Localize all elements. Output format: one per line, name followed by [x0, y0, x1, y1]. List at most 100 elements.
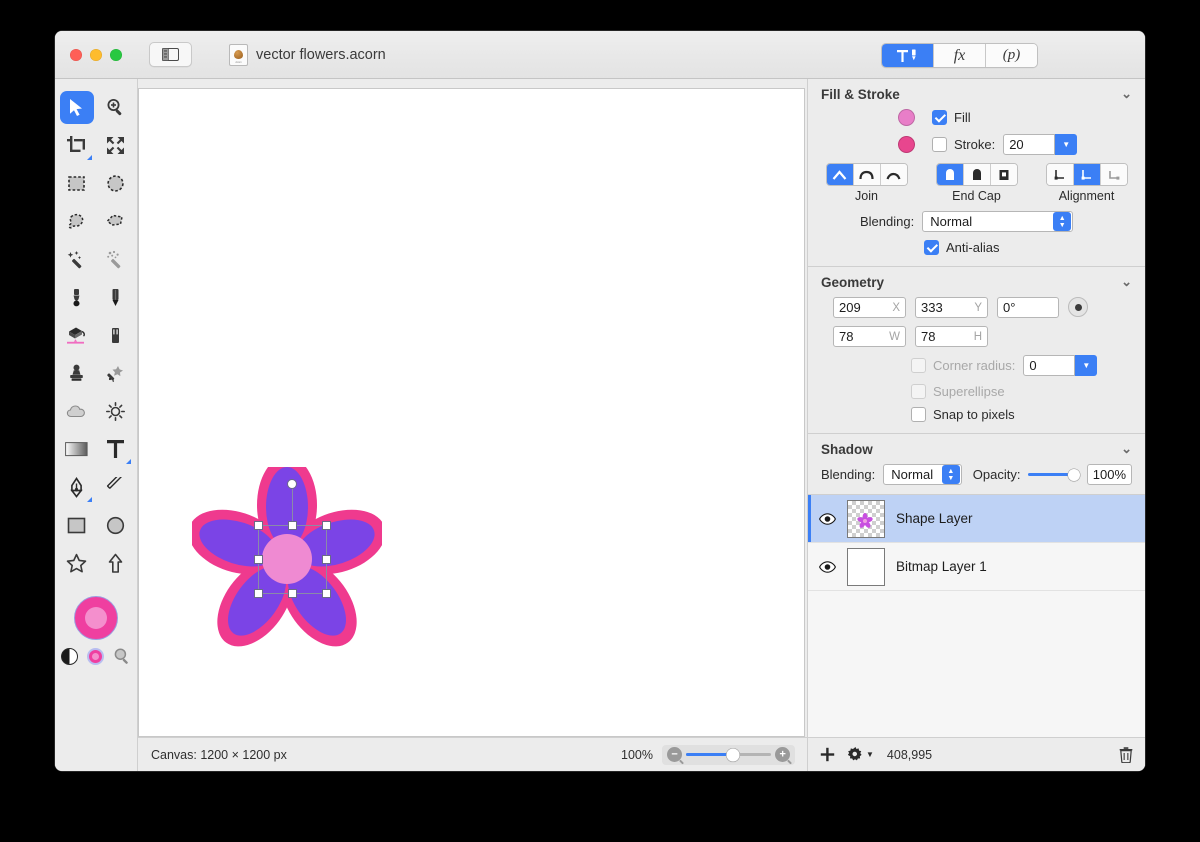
small-color-circle-icon[interactable]: [87, 647, 104, 665]
round-join-icon[interactable]: [853, 164, 881, 185]
rotation-dot-icon[interactable]: [1068, 297, 1088, 317]
move-selection-tool[interactable]: [59, 90, 94, 124]
blending-popup[interactable]: Normal ▲ ▼: [922, 211, 1074, 232]
shadow-header[interactable]: Shadow ⌄: [808, 434, 1145, 464]
eye-icon[interactable]: [819, 512, 836, 525]
doc-icon-label: Acorn: [235, 61, 242, 64]
half-circle-icon[interactable]: [61, 647, 78, 665]
polygon-lasso-tool[interactable]: [99, 205, 133, 238]
rotation-handle[interactable]: [287, 479, 297, 489]
geometry-header[interactable]: Geometry ⌄: [808, 267, 1145, 297]
bevel-join-icon[interactable]: [880, 164, 907, 185]
align-center-icon[interactable]: [1073, 164, 1101, 185]
layer-row-shape-layer[interactable]: Shape Layer: [808, 495, 1145, 543]
zoom-slider[interactable]: − +: [662, 744, 795, 765]
zoom-button[interactable]: [110, 48, 122, 61]
selection-handle[interactable]: [254, 589, 263, 598]
magnifier-minus-icon[interactable]: −: [667, 747, 682, 762]
elliptical-marquee-tool[interactable]: [99, 167, 133, 200]
selection-handle[interactable]: [288, 521, 297, 530]
inspector-segmented-control[interactable]: fx (p): [881, 43, 1038, 68]
selection-handle[interactable]: [322, 521, 331, 530]
shadow-opacity-slider[interactable]: [1028, 468, 1080, 482]
layer-row-bitmap-layer-1[interactable]: Bitmap Layer 1: [808, 543, 1145, 591]
star-tool[interactable]: [60, 547, 94, 580]
sidebar-toggle-button[interactable]: [149, 42, 192, 67]
plus-icon[interactable]: [820, 747, 835, 762]
tab-palette-inspector[interactable]: (p): [986, 44, 1037, 67]
zoom-slider-track[interactable]: [686, 748, 771, 761]
align-inside-icon[interactable]: [1046, 164, 1074, 185]
chevron-down-icon[interactable]: ⌄: [1121, 274, 1132, 290]
zoom-slider-thumb[interactable]: [726, 748, 740, 761]
flower-shape[interactable]: [188, 456, 386, 647]
antialias-checkbox[interactable]: [924, 240, 939, 255]
tab-filters-inspector[interactable]: fx: [934, 44, 986, 67]
paint-bucket-tool[interactable]: [60, 319, 94, 352]
close-button[interactable]: [70, 48, 82, 61]
selection-handle[interactable]: [254, 521, 263, 530]
rotation-input[interactable]: 0°: [997, 297, 1059, 318]
layer-settings-menu[interactable]: ▼: [848, 747, 874, 762]
gradient-tool[interactable]: [60, 433, 94, 466]
magnifier-plus-icon[interactable]: +: [775, 747, 790, 762]
join-segmented-control[interactable]: [825, 163, 908, 186]
eraser-tool[interactable]: [99, 319, 133, 352]
pen-tool[interactable]: [60, 471, 94, 504]
miter-join-icon[interactable]: [826, 164, 854, 185]
opacity-thumb[interactable]: [1067, 468, 1080, 481]
crop-tool[interactable]: [60, 129, 94, 162]
endcap-segmented-control[interactable]: [935, 163, 1018, 186]
corner-radius-input[interactable]: 0: [1023, 355, 1076, 376]
alignment-segmented-control[interactable]: [1045, 163, 1128, 186]
fill-checkbox[interactable]: [932, 110, 947, 125]
eye-icon[interactable]: [819, 560, 836, 573]
instant-alpha-tool[interactable]: [99, 243, 133, 276]
antialias-label: Anti-alias: [946, 240, 1000, 255]
brush-tool[interactable]: [60, 281, 94, 314]
shadow-opacity-input[interactable]: 100%: [1086, 464, 1132, 485]
zoom-tool[interactable]: [99, 91, 133, 124]
smudge-tool[interactable]: [99, 357, 133, 390]
corner-radius-stepper[interactable]: ▼: [1075, 355, 1098, 376]
square-cap-icon[interactable]: [990, 164, 1017, 185]
magnifier-icon[interactable]: [113, 647, 131, 665]
round-cap-icon[interactable]: [963, 164, 991, 185]
rectangular-marquee-tool[interactable]: [60, 167, 94, 200]
align-outside-icon[interactable]: [1100, 164, 1127, 185]
stroke-width-input[interactable]: 20: [1003, 134, 1056, 155]
tab-tools-inspector[interactable]: [882, 44, 934, 67]
selection-handle[interactable]: [254, 555, 263, 564]
chevron-down-icon[interactable]: ⌄: [1121, 86, 1132, 102]
clone-stamp-tool[interactable]: [60, 357, 94, 390]
selection-handle[interactable]: [288, 589, 297, 598]
stroke-color-swatch[interactable]: [898, 136, 915, 153]
butt-cap-icon[interactable]: [936, 164, 964, 185]
line-tool[interactable]: [99, 471, 133, 504]
stroke-checkbox[interactable]: [932, 137, 947, 152]
gear-icon[interactable]: [848, 747, 863, 762]
selection-handle[interactable]: [322, 589, 331, 598]
fill-stroke-header[interactable]: Fill & Stroke ⌄: [808, 79, 1145, 109]
text-tool[interactable]: [99, 433, 133, 466]
trash-icon[interactable]: [1119, 746, 1133, 763]
magic-wand-tool[interactable]: [60, 243, 94, 276]
blur-tool[interactable]: [60, 395, 94, 428]
transform-tool[interactable]: [99, 129, 133, 162]
stroke-width-stepper[interactable]: ▼: [1055, 134, 1078, 155]
ellipse-tool[interactable]: [99, 509, 133, 542]
document-canvas[interactable]: [138, 88, 805, 737]
chevron-down-icon[interactable]: ⌄: [1121, 441, 1132, 457]
snap-to-pixels-checkbox[interactable]: [911, 407, 926, 422]
fill-color-swatch[interactable]: [898, 109, 915, 126]
pencil-tool[interactable]: [99, 281, 133, 314]
selection-handle[interactable]: [322, 555, 331, 564]
minimize-button[interactable]: [90, 48, 102, 61]
foreground-color-well[interactable]: [74, 596, 118, 640]
lasso-tool[interactable]: [60, 205, 94, 238]
geometry-body: 209 X 333 Y 0° 78 W 78 H Corner radius: …: [808, 297, 1145, 433]
dodge-tool[interactable]: [99, 395, 133, 428]
shadow-blending-popup[interactable]: Normal ▲ ▼: [883, 464, 962, 485]
rectangle-tool[interactable]: [60, 509, 94, 542]
arrow-shape-tool[interactable]: [99, 547, 133, 580]
